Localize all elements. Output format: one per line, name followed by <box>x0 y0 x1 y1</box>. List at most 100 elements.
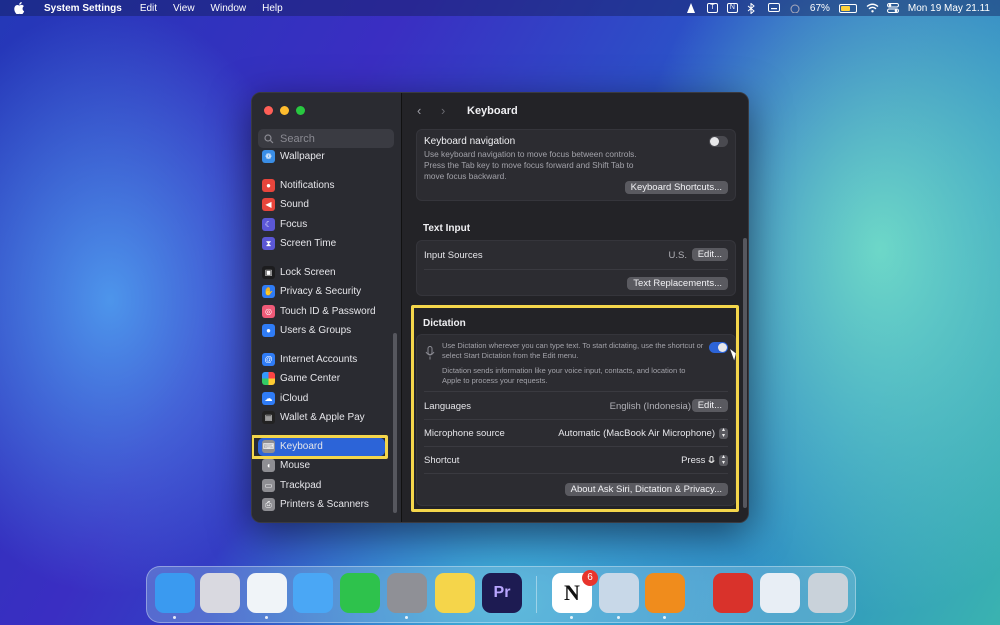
menu-edit[interactable]: Edit <box>140 3 157 14</box>
sidebar: Search ❁ Wallpaper ● Notifications ◀ Sound … <box>252 93 401 522</box>
sidebar-item-icloud[interactable]: ☁ iCloud <box>252 389 401 409</box>
dock: Pr N <box>146 566 856 623</box>
text-icon[interactable]: T <box>706 3 718 13</box>
running-indicator <box>265 616 268 619</box>
creative-cloud-icon[interactable] <box>713 573 753 613</box>
keyboard-navigation-description: Use keyboard navigation to move focus be… <box>424 149 637 181</box>
control-center-icon[interactable] <box>886 3 899 13</box>
menu-clock[interactable]: Mon 19 May 21.11 <box>908 3 990 14</box>
battery-fill <box>840 5 850 11</box>
sidebar-item-privacy-security[interactable]: ✋ Privacy & Security <box>252 282 401 302</box>
mouse-icon: ◖ <box>262 459 275 473</box>
sidebar-item-game-center[interactable]: Game Center <box>252 369 401 389</box>
trash-icon[interactable] <box>808 573 848 613</box>
wallpaper-icon: ❁ <box>262 150 275 164</box>
keyboard-icon[interactable] <box>767 3 780 13</box>
vlc-icon[interactable] <box>645 573 685 613</box>
bluetooth-icon[interactable] <box>747 2 759 15</box>
battery-percent: 67% <box>809 2 830 14</box>
content-scrollbar[interactable] <box>743 238 747 508</box>
printer-icon: ⎙ <box>262 498 275 512</box>
notes-icon[interactable] <box>435 573 475 613</box>
sidebar-item-trackpad[interactable]: ▭ Trackpad <box>252 476 401 496</box>
sidebar-item-internet-accounts[interactable]: @ Internet Accounts <box>252 350 401 370</box>
text-replacements-button[interactable]: Text Replacements... <box>627 277 728 290</box>
keyboard-navigation-label: Keyboard navigation <box>424 136 516 147</box>
window-controls <box>264 106 305 115</box>
wallet-icon: ▤ <box>262 411 275 425</box>
notion-badge: 6 <box>582 570 598 586</box>
keyboard-navigation-card: Keyboard navigation Use keyboard navigat… <box>416 129 736 201</box>
running-indicator <box>663 616 666 619</box>
sidebar-scrollbar[interactable] <box>393 333 397 513</box>
text-input-section-title: Text Input <box>423 223 471 234</box>
menu-window[interactable]: Window <box>211 3 247 14</box>
input-sources-edit-button[interactable]: Edit... <box>691 248 728 261</box>
keyboard-highlight-box <box>252 435 388 459</box>
cloud-icon: ☁ <box>262 391 275 405</box>
speaker-icon: ◀ <box>262 198 275 212</box>
input-sources-value: U.S. <box>668 250 687 261</box>
users-icon: ● <box>262 324 275 338</box>
launchpad-icon[interactable] <box>200 573 240 613</box>
sidebar-item-screen-time[interactable]: ⧗ Screen Time <box>252 234 401 254</box>
text-input-card: Input Sources U.S. Edit... Text Replacem… <box>416 240 736 296</box>
finder-icon[interactable] <box>155 573 195 613</box>
battery-icon[interactable] <box>838 3 857 13</box>
preview-icon[interactable] <box>599 573 639 613</box>
sidebar-item-notifications[interactable]: ● Notifications <box>252 176 401 196</box>
focus-icon[interactable] <box>789 3 801 14</box>
settings-window: Search ❁ Wallpaper ● Notifications ◀ Sound … <box>251 92 749 523</box>
game-center-icon <box>262 372 275 386</box>
search-icon <box>264 133 274 144</box>
menu-help[interactable]: Help <box>262 3 283 14</box>
back-chevron-icon[interactable]: ‹ <box>417 104 429 117</box>
content-pane: ‹ › Keyboard Keyboard navigation Use key… <box>401 93 748 522</box>
apple-menu-icon[interactable] <box>14 2 28 15</box>
vlc-icon[interactable] <box>686 3 698 13</box>
dictation-highlight-box <box>411 305 739 512</box>
search-input[interactable]: Search <box>258 129 394 148</box>
search-placeholder: Search <box>280 132 315 145</box>
close-button[interactable] <box>264 106 273 115</box>
running-indicator <box>173 616 176 619</box>
lock-icon: ▣ <box>262 265 275 279</box>
sidebar-item-users-groups[interactable]: ● Users & Groups <box>252 321 401 341</box>
sidebar-item-touch-id[interactable]: ◎ Touch ID & Password <box>252 302 401 322</box>
wifi-icon[interactable] <box>866 3 879 13</box>
keyboard-navigation-toggle[interactable] <box>709 136 728 147</box>
mail-icon[interactable] <box>293 573 333 613</box>
dock-separator <box>536 576 537 613</box>
page-title: Keyboard <box>467 104 518 117</box>
bell-icon: ● <box>262 178 275 192</box>
fingerprint-icon: ◎ <box>262 304 275 318</box>
hand-icon: ✋ <box>262 285 275 299</box>
sidebar-item-printers[interactable]: ⎙ Printers & Scanners <box>252 495 401 515</box>
sidebar-item-lock-screen[interactable]: ▣ Lock Screen <box>252 263 401 283</box>
notion-icon[interactable]: N <box>726 3 738 13</box>
moon-icon: ☾ <box>262 217 275 231</box>
divider <box>424 269 728 270</box>
input-sources-label: Input Sources <box>424 250 483 261</box>
whatsapp-icon[interactable] <box>340 573 380 613</box>
premiere-pro-icon[interactable]: Pr <box>482 573 522 613</box>
running-indicator <box>617 616 620 619</box>
sidebar-list: ❁ Wallpaper ● Notifications ◀ Sound ☾ Focus … <box>252 150 401 515</box>
zoom-button[interactable] <box>296 106 305 115</box>
toolbar: ‹ › Keyboard <box>402 93 748 128</box>
menu-view[interactable]: View <box>173 3 195 14</box>
minimize-button[interactable] <box>280 106 289 115</box>
sidebar-item-sound[interactable]: ◀ Sound <box>252 195 401 215</box>
sidebar-item-wallet[interactable]: ▤ Wallet & Apple Pay <box>252 408 401 428</box>
at-icon: @ <box>262 352 275 366</box>
system-settings-icon[interactable] <box>387 573 427 613</box>
toggle-knob <box>710 137 719 146</box>
trackpad-icon: ▭ <box>262 478 275 492</box>
forward-chevron-icon[interactable]: › <box>441 104 453 117</box>
sidebar-item-focus[interactable]: ☾ Focus <box>252 215 401 235</box>
keyboard-shortcuts-button[interactable]: Keyboard Shortcuts... <box>624 181 728 194</box>
downloads-folder-icon[interactable] <box>760 573 800 613</box>
safari-icon[interactable] <box>247 573 287 613</box>
sidebar-item-wallpaper[interactable]: ❁ Wallpaper <box>252 147 401 167</box>
menu-app-name[interactable]: System Settings <box>44 3 122 14</box>
